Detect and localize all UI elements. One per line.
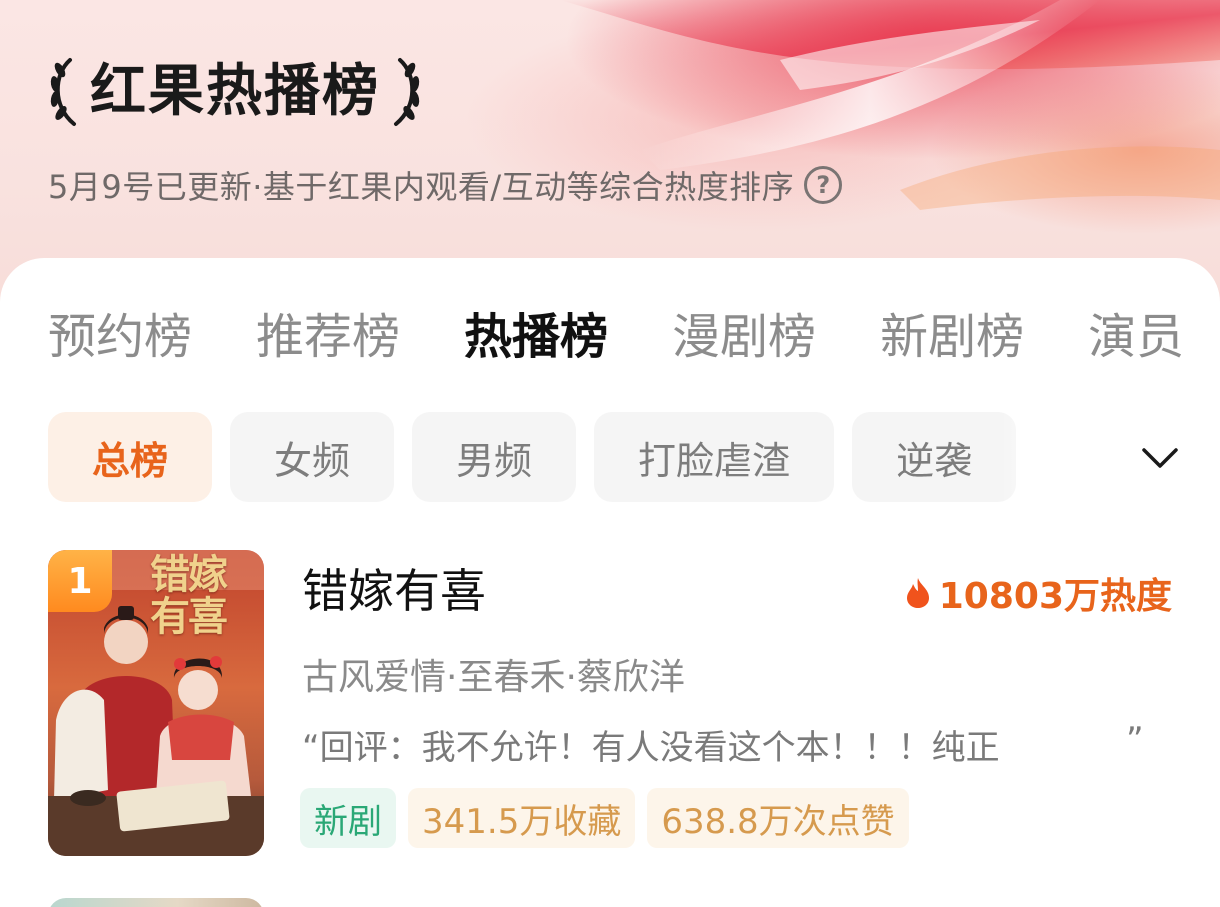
category-chips: 总榜 女频 男频 打脸虐渣 逆袭: [48, 412, 1068, 502]
poster-title-art: 错嫁有喜: [150, 551, 228, 640]
drama-title[interactable]: 错嫁有喜: [302, 566, 486, 617]
quote-fade-overlay: [1010, 716, 1120, 766]
chip-all[interactable]: 总榜: [48, 412, 213, 502]
next-item-poster-peek: [48, 898, 264, 907]
title-row: 红果热播榜: [46, 52, 424, 132]
laurel-right-icon: [394, 58, 420, 126]
heat-score: 10803万热度: [905, 570, 1172, 617]
chevron-down-icon[interactable]: [1136, 434, 1184, 482]
drama-tags: 新剧 341.5万收藏 638.8万次点赞: [300, 788, 909, 848]
tag-favorites: 341.5万收藏: [408, 788, 636, 848]
page-title: 红果热播榜: [90, 59, 380, 124]
heat-value: 10803万热度: [938, 576, 1172, 617]
laurel-left-icon: [50, 58, 76, 126]
chips-fade-overlay: [1000, 405, 1090, 509]
chip-female[interactable]: 女频: [230, 412, 395, 502]
subtitle-row: 5月9号已更新·基于红果内观看/互动等综合热度排序 ?: [48, 162, 843, 208]
tag-likes: 638.8万次点赞: [647, 788, 909, 848]
tab-actors[interactable]: 演员: [1088, 313, 1184, 361]
update-subtitle: 5月9号已更新·基于红果内观看/互动等综合热度排序: [48, 168, 795, 206]
tab-reservation[interactable]: 预约榜: [48, 313, 192, 361]
chip-comeback[interactable]: 逆袭: [852, 412, 1017, 502]
tag-new: 新剧: [300, 788, 396, 848]
tab-comic[interactable]: 漫剧榜: [672, 313, 816, 361]
tab-new-drama[interactable]: 新剧榜: [880, 313, 1024, 361]
rank-badge: 1: [48, 550, 112, 612]
chip-face-slap[interactable]: 打脸虐渣: [594, 412, 835, 502]
drama-meta: 古风爱情·至春禾·蔡欣洋: [302, 657, 685, 698]
help-icon[interactable]: ?: [804, 166, 843, 204]
fire-icon: [906, 578, 929, 608]
drama-poster[interactable]: 错嫁有喜 1: [48, 550, 264, 856]
tab-recommended[interactable]: 推荐榜: [256, 313, 400, 361]
tab-hot-play[interactable]: 热播榜: [464, 313, 608, 361]
review-quote-end: ”: [1126, 720, 1144, 760]
ranking-tabs: 预约榜 推荐榜 热播榜 漫剧榜 新剧榜 演员: [48, 305, 1220, 369]
chip-male[interactable]: 男频: [412, 412, 577, 502]
